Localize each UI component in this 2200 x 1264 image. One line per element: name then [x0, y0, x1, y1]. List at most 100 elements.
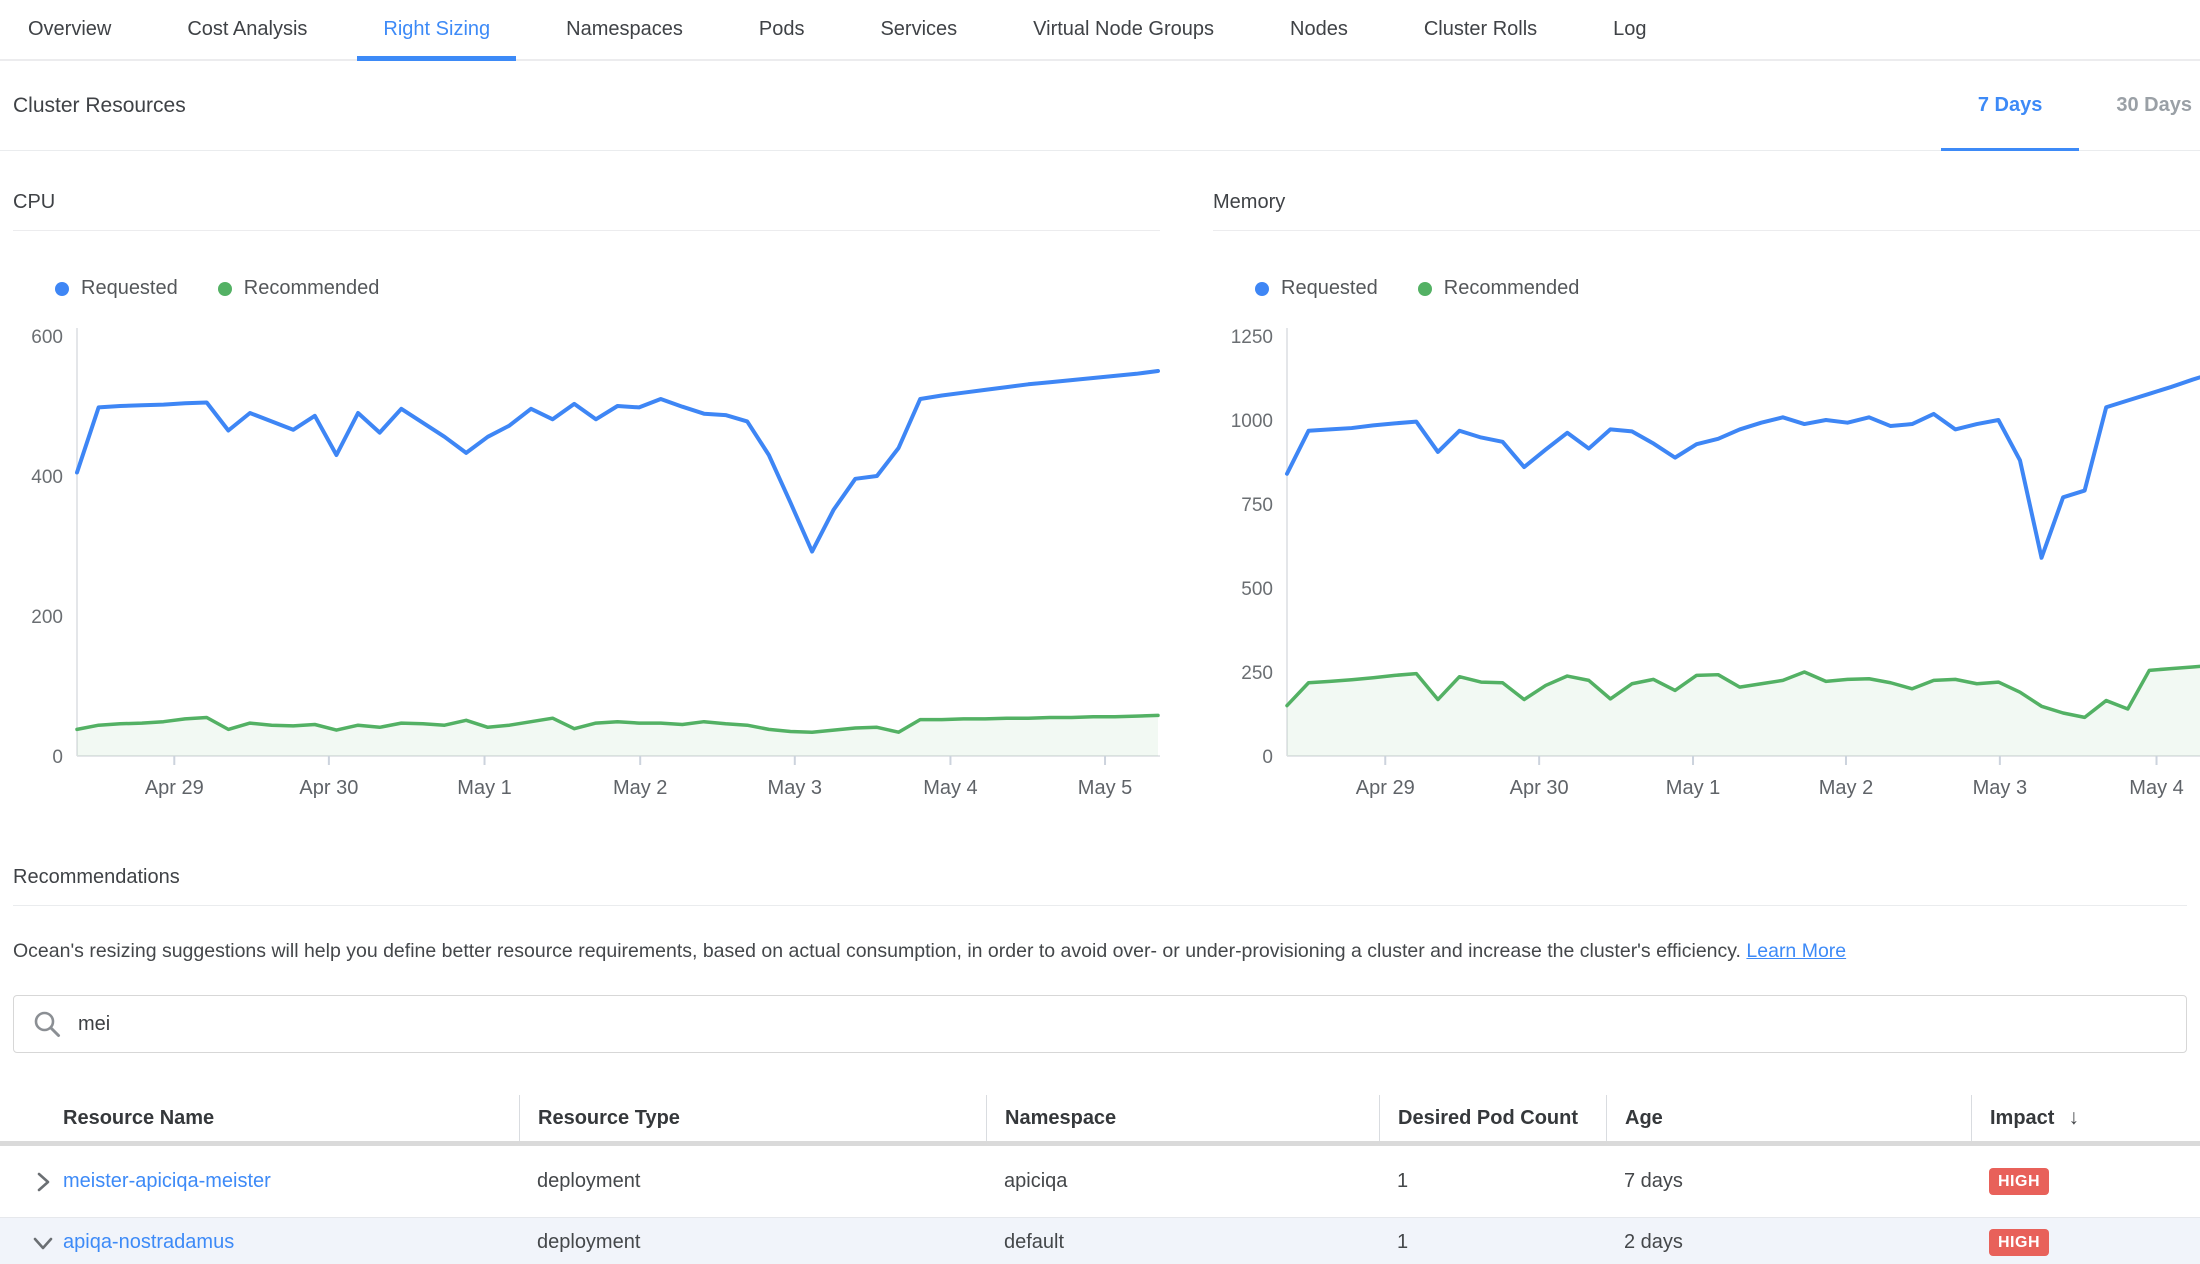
legend-dot-requested [1255, 282, 1269, 296]
sort-descending-icon[interactable]: ↓ [2068, 1106, 2079, 1130]
tab-log[interactable]: Log [1587, 0, 1672, 59]
table-row-apiqa-nostradamus[interactable]: apiqa-nostradamus deploymentdefault12 day… [0, 1217, 2200, 1264]
column-header-resource-name[interactable]: Resource Name [63, 1095, 519, 1141]
desired-pod-count-cell: 1 [1379, 1170, 1606, 1193]
right-sizing-page: Overview Cost Analysis Right Sizing Namespa… [0, 0, 2200, 1264]
x-tick-label: Apr 29 [1356, 777, 1415, 799]
tab-services[interactable]: Services [854, 0, 983, 59]
recommendations-description: Ocean's resizing suggestions will help y… [13, 940, 2187, 963]
legend-item-requested[interactable]: Requested [1255, 277, 1378, 300]
recommendations-section: Recommendations Ocean's resizing suggest… [0, 802, 2200, 963]
column-header-impact[interactable]: Impact ↓ [1971, 1095, 2200, 1141]
x-tick-label: May 1 [457, 777, 511, 799]
y-tick-label: 750 [1241, 495, 1273, 516]
column-header-label: Impact [1990, 1107, 2054, 1130]
y-tick-label: 600 [31, 327, 63, 348]
memory-chart-legend: Requested Recommended [1255, 277, 2200, 300]
age-cell: 2 days [1606, 1231, 1971, 1254]
resource-name-cell: meister-apiciqa-meister [63, 1170, 519, 1193]
y-tick-label: 400 [31, 467, 63, 488]
column-header-namespace[interactable]: Namespace [986, 1095, 1379, 1141]
column-header-desired-pod-count[interactable]: Desired Pod Count [1379, 1095, 1606, 1141]
cpu-line-chart: 0 200 400 600 Apr 29 Apr 30 May 1 May 2 May 3 May… [13, 308, 1160, 802]
legend-dot-recommended [1418, 282, 1432, 296]
resource-name-cell: apiqa-nostradamus [63, 1231, 519, 1254]
recommendations-description-text: Ocean's resizing suggestions will help y… [13, 940, 1741, 962]
tab-namespaces[interactable]: Namespaces [540, 0, 709, 59]
y-tick-label: 250 [1241, 663, 1273, 684]
memory-chart-panel: Memory Requested Recommended 0 250 500 750 10… [1213, 191, 2200, 802]
resource-search-box[interactable] [13, 995, 2187, 1053]
memory-line-chart: 025050075010001250Apr 29Apr 30May 1May 2… [1213, 308, 2200, 802]
range-tab-30-days[interactable]: 30 Days [2079, 61, 2200, 150]
y-tick-label: 500 [1241, 579, 1273, 600]
tab-cost-analysis[interactable]: Cost Analysis [161, 0, 333, 59]
legend-dot-requested [55, 282, 69, 296]
y-tick-label: 0 [52, 747, 63, 768]
namespace-cell: default [986, 1231, 1379, 1254]
search-icon [32, 1009, 62, 1039]
memory-chart-title: Memory [1213, 191, 2200, 231]
legend-item-recommended[interactable]: Recommended [218, 277, 380, 300]
x-tick-label: May 4 [2129, 777, 2183, 799]
cpu-chart-legend: Requested Recommended [55, 277, 1160, 300]
charts-row: CPU Requested Recommended 0 200 400 600 Apr 2… [0, 151, 2200, 802]
learn-more-link[interactable]: Learn More [1746, 940, 1846, 962]
resource-type-cell: deployment [519, 1231, 986, 1254]
table-body: meister-apiciqa-meisterdeploymentapiciqa… [0, 1146, 2200, 1264]
top-nav: Overview Cost Analysis Right Sizing Namespa… [0, 0, 2200, 61]
column-header-label: Age [1625, 1107, 1663, 1130]
desired-pod-count-cell: 1 [1379, 1231, 1606, 1254]
x-tick-label: May 3 [1973, 777, 2027, 799]
legend-label: Requested [81, 277, 178, 300]
x-tick-label: Apr 30 [299, 777, 358, 799]
x-tick-label: May 3 [768, 777, 822, 799]
y-tick-label: 0 [1262, 747, 1273, 768]
collapse-row-chevron-down-icon[interactable] [13, 1230, 63, 1256]
x-tick-label: May 2 [613, 777, 667, 799]
search-input[interactable] [78, 1013, 2168, 1036]
x-tick-label: May 1 [1666, 777, 1720, 799]
x-tick-label: May 4 [923, 777, 977, 799]
y-tick-label: 1250 [1231, 327, 1273, 348]
table-header-row: Resource Name Resource Type Namespace Desir… [0, 1095, 2200, 1141]
tab-overview[interactable]: Overview [2, 0, 137, 59]
y-tick-label: 1000 [1231, 411, 1273, 432]
legend-label: Recommended [1444, 277, 1580, 300]
legend-item-recommended[interactable]: Recommended [1418, 277, 1580, 300]
column-header-label: Resource Name [63, 1107, 214, 1130]
column-header-resource-type[interactable]: Resource Type [519, 1095, 986, 1141]
expand-row-chevron-right-icon[interactable] [13, 1169, 63, 1195]
series-line-requested [77, 371, 1158, 552]
series-line-requested [1287, 373, 2200, 558]
time-range-tabs: 7 Days30 Days [1941, 61, 2200, 150]
legend-dot-recommended [218, 282, 232, 296]
x-tick-label: Apr 29 [145, 777, 204, 799]
x-tick-label: May 5 [1078, 777, 1132, 799]
range-tab-7-days[interactable]: 7 Days [1941, 61, 2080, 150]
impact-cell: HIGH [1971, 1229, 2200, 1256]
tab-right-sizing[interactable]: Right Sizing [357, 0, 516, 59]
tab-cluster-rolls[interactable]: Cluster Rolls [1398, 0, 1563, 59]
resource-type-cell: deployment [519, 1170, 986, 1193]
legend-label: Requested [1281, 277, 1378, 300]
cpu-chart-title: CPU [13, 191, 1160, 231]
column-header-age[interactable]: Age [1606, 1095, 1971, 1141]
resource-name-link[interactable]: meister-apiciqa-meister [63, 1170, 271, 1192]
tab-nodes[interactable]: Nodes [1264, 0, 1374, 59]
impact-cell: HIGH [1971, 1168, 2200, 1195]
legend-label: Recommended [244, 277, 380, 300]
recommendations-title: Recommendations [13, 866, 2187, 906]
cluster-resources-title: Cluster Resources [13, 94, 186, 118]
column-header-label: Resource Type [538, 1107, 680, 1130]
tab-pods[interactable]: Pods [733, 0, 831, 59]
impact-high-badge: HIGH [1989, 1168, 2049, 1195]
column-header-label: Desired Pod Count [1398, 1107, 1578, 1130]
resource-name-link[interactable]: apiqa-nostradamus [63, 1231, 234, 1253]
tab-virtual-node-groups[interactable]: Virtual Node Groups [1007, 0, 1240, 59]
x-tick-label: May 2 [1819, 777, 1873, 799]
table-row-meister-apiciqa-meister[interactable]: meister-apiciqa-meisterdeploymentapiciqa… [0, 1146, 2200, 1217]
column-header-label: Namespace [1005, 1107, 1116, 1130]
legend-item-requested[interactable]: Requested [55, 277, 178, 300]
y-tick-label: 200 [31, 607, 63, 628]
